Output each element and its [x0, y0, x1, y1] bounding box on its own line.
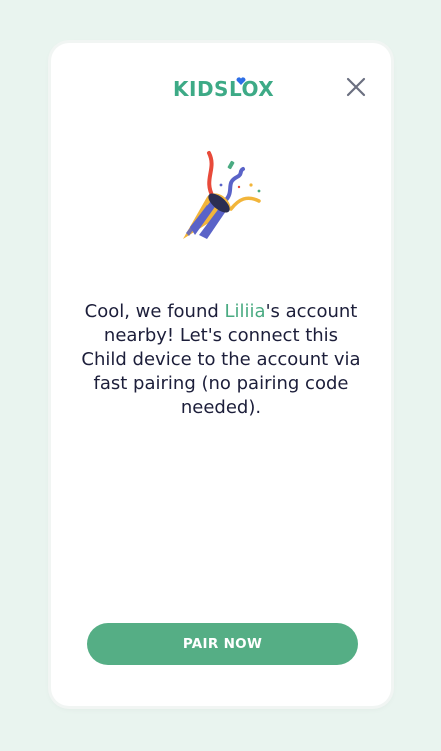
pairing-card: KIDSLOX Cool, we found Liliia's account … — [51, 43, 391, 706]
close-button[interactable] — [344, 75, 368, 99]
child-name: Liliia — [224, 301, 266, 322]
party-popper-icon — [183, 151, 261, 239]
logo-text: KIDSLOX — [173, 77, 275, 101]
pairing-message: Cool, we found Liliia's account nearby! … — [81, 300, 361, 420]
kidslox-logo: KIDSLOX — [173, 76, 275, 102]
message-part1: Cool, we found — [84, 301, 225, 322]
pair-now-button[interactable]: PAIR NOW — [87, 623, 358, 665]
close-icon — [346, 77, 366, 97]
heart-icon — [236, 77, 246, 85]
